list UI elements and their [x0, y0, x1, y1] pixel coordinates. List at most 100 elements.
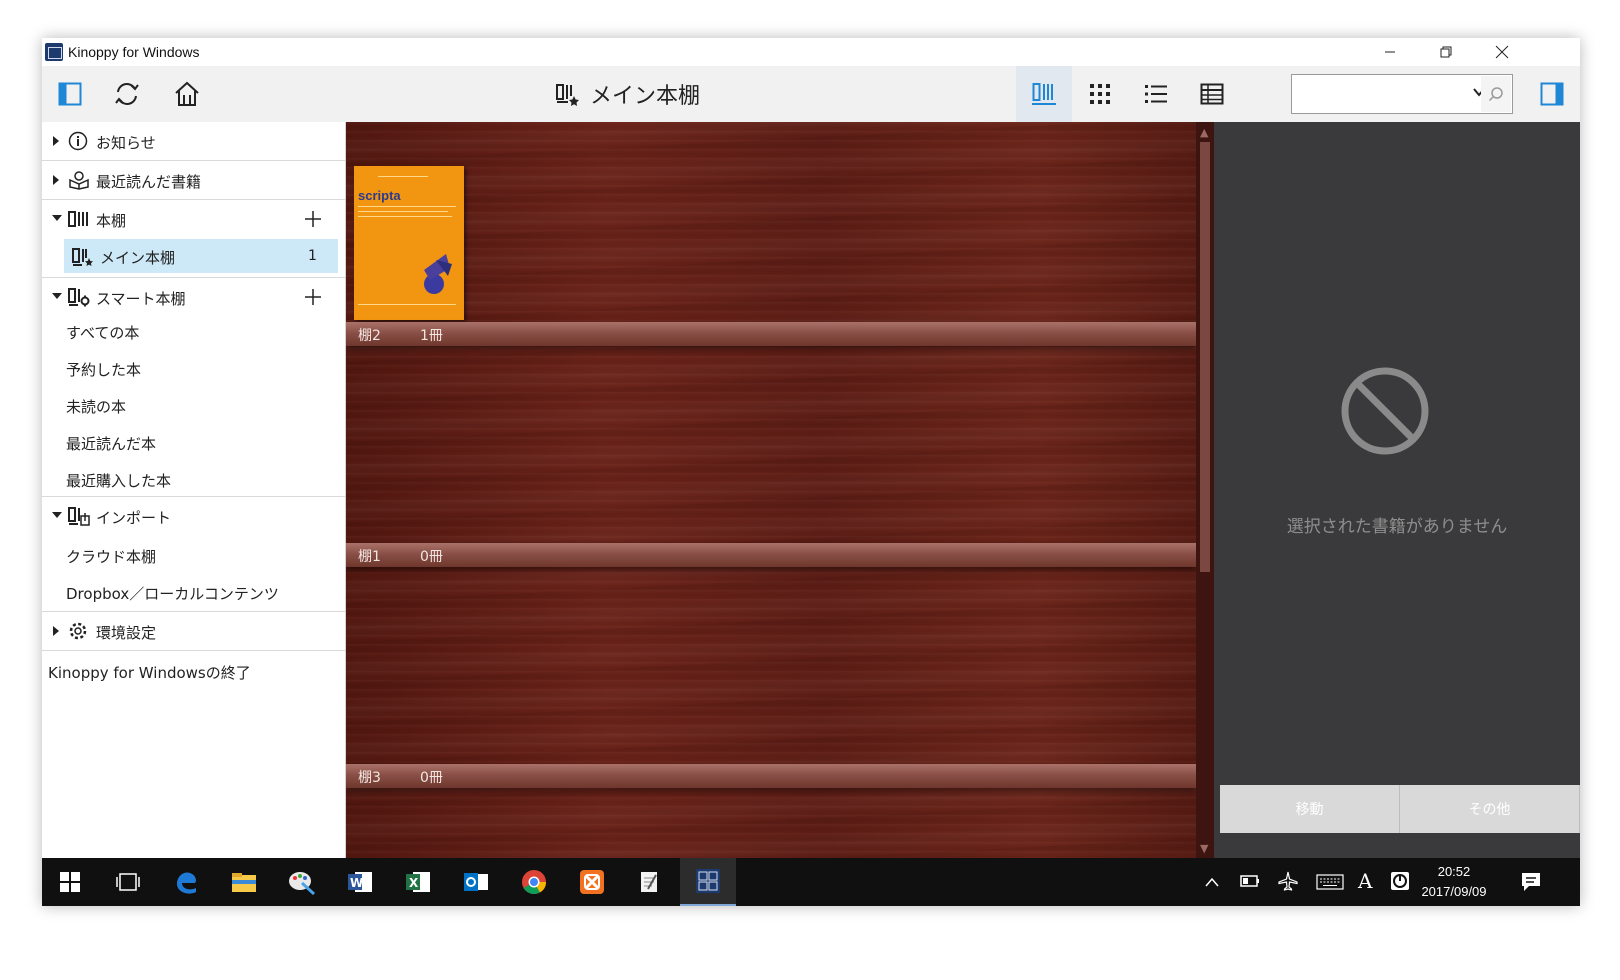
svg-text:X: X	[409, 876, 419, 890]
task-view-button[interactable]	[100, 858, 156, 906]
list-view-button[interactable]	[1128, 66, 1184, 122]
caret-down-icon	[52, 512, 62, 518]
detail-pane: 選択された書籍がありません 移動 その他	[1214, 122, 1580, 858]
scroll-down-arrow-icon[interactable]: ▼	[1200, 842, 1208, 855]
taskbar-clock[interactable]: 20:52 2017/09/09	[1414, 862, 1494, 902]
sidebar-section-bookshelves[interactable]: 本棚	[42, 200, 345, 238]
taskbar-word[interactable]: W	[332, 858, 388, 906]
shelf-plank: 棚3 0冊	[346, 764, 1196, 788]
xampp-icon	[580, 870, 604, 894]
bookshelf-view-button[interactable]	[1016, 66, 1072, 122]
excel-icon: X	[406, 872, 430, 892]
taskbar-outlook[interactable]	[448, 858, 504, 906]
scroll-up-arrow-icon[interactable]: ▲	[1200, 126, 1208, 139]
taskbar-file-explorer[interactable]	[216, 858, 272, 906]
scrollbar-thumb[interactable]	[1200, 142, 1210, 572]
sidebar-item-news[interactable]: お知らせ	[42, 122, 345, 160]
sidebar-section-label: インポート	[96, 509, 172, 527]
toggle-detail-pane-button[interactable]	[1524, 66, 1580, 122]
taskbar-notepad[interactable]	[622, 858, 678, 906]
taskbar-xampp[interactable]	[564, 858, 620, 906]
sidebar-item-recent-books[interactable]: 最近読んだ書籍	[42, 161, 345, 199]
import-icon	[68, 507, 90, 526]
caret-right-icon	[53, 175, 59, 185]
search-icon	[1488, 87, 1503, 102]
sidebar-item-label: 環境設定	[96, 624, 157, 642]
app-window: Kinoppy for Windows メイン本棚 お知らせ 最近読んだ書籍 本…	[42, 38, 1580, 906]
sidebar-item-recently-purchased[interactable]: 最近購入した本	[66, 470, 171, 491]
smart-shelf-icon	[68, 288, 90, 307]
airplane-mode-icon[interactable]	[1278, 871, 1298, 891]
shelf-plank: 棚1 0冊	[346, 543, 1196, 567]
start-button[interactable]	[42, 858, 98, 906]
add-smart-shelf-icon[interactable]	[304, 288, 322, 306]
cover-illustration	[424, 254, 452, 294]
search-input[interactable]	[1298, 83, 1458, 105]
shelf-book-count: 1	[308, 248, 317, 264]
no-selection-message: 選択された書籍がありません	[1286, 517, 1508, 537]
caret-right-icon	[53, 626, 59, 636]
clock-date: 2017/09/09	[1421, 884, 1487, 899]
sidebar-item-dropbox-local[interactable]: Dropbox／ローカルコンテンツ	[66, 583, 279, 604]
sidebar-item-settings[interactable]: 環境設定	[42, 612, 345, 650]
sidebar-item-label: メイン本棚	[100, 249, 176, 267]
restore-button[interactable]	[1418, 38, 1474, 66]
taskbar-edge[interactable]	[158, 858, 214, 906]
grid-view-button[interactable]	[1072, 66, 1128, 122]
add-shelf-icon[interactable]	[304, 210, 322, 228]
taskbar-kinoppy[interactable]	[680, 858, 736, 906]
book-cover-title: scripta	[358, 188, 401, 203]
caret-right-icon	[53, 136, 59, 146]
sidebar-item-recently-read[interactable]: 最近読んだ本	[66, 433, 156, 454]
close-button[interactable]	[1474, 38, 1530, 66]
keyboard-icon[interactable]	[1316, 874, 1344, 890]
sidebar-item-main-shelf[interactable]: メイン本棚 1	[64, 239, 338, 273]
outlook-icon	[464, 873, 488, 891]
bookshelf-area: scripta 棚2 1冊 棚1 0冊 棚3 0冊 ▲ ▼	[346, 122, 1214, 858]
bookshelf-scrollbar[interactable]: ▲ ▼	[1196, 122, 1214, 858]
taskbar-excel[interactable]: X	[390, 858, 446, 906]
home-icon	[175, 81, 199, 106]
svg-text:W: W	[350, 876, 363, 890]
bookshelf-view-icon	[1032, 83, 1056, 105]
sidebar-section-smart-shelves[interactable]: スマート本棚	[42, 278, 345, 316]
book-cover[interactable]: scripta	[354, 166, 464, 320]
task-view-icon	[116, 873, 140, 891]
sidebar-section-import[interactable]: インポート	[42, 497, 345, 535]
minimize-button[interactable]	[1362, 38, 1418, 66]
sidebar-item-cloud-shelf[interactable]: クラウド本棚	[66, 546, 156, 567]
sidebar-item-label: お知らせ	[96, 134, 156, 152]
sidebar-item-all-books[interactable]: すべての本	[66, 322, 139, 343]
shelf-title-text: メイン本棚	[590, 84, 701, 109]
sidebar: お知らせ 最近読んだ書籍 本棚 メイン本棚 1 スマート本棚 すべての本 予約し…	[42, 122, 346, 858]
sidebar-item-reserved-books[interactable]: 予約した本	[66, 359, 141, 380]
move-button[interactable]: 移動	[1220, 785, 1400, 833]
caret-down-icon	[52, 215, 62, 221]
sidebar-item-unread-books[interactable]: 未読の本	[66, 396, 126, 417]
toggle-sidebar-button[interactable]	[42, 66, 98, 122]
home-button[interactable]	[159, 66, 215, 122]
table-view-icon	[1200, 83, 1224, 105]
exit-app-button[interactable]: Kinoppy for Windowsの終了	[48, 662, 251, 683]
sidebar-section-label: スマート本棚	[96, 290, 186, 308]
taskbar-paint-app[interactable]	[274, 858, 330, 906]
sidebar-section-label: 本棚	[96, 212, 127, 230]
sidebar-item-label: 最近読んだ書籍	[96, 173, 202, 191]
window-title: Kinoppy for Windows	[68, 44, 200, 60]
sidebar-divider	[42, 650, 345, 651]
action-center-icon[interactable]	[1520, 871, 1542, 893]
ime-indicator[interactable]: A	[1358, 869, 1372, 893]
chevron-up-icon[interactable]	[1204, 876, 1220, 888]
search-button[interactable]	[1481, 76, 1511, 112]
other-button[interactable]: その他	[1400, 785, 1580, 833]
kinoppy-app-icon	[45, 43, 63, 61]
edge-browser-icon	[177, 872, 196, 894]
shelf-count: 0冊	[420, 549, 443, 565]
title-bar: Kinoppy for Windows	[42, 38, 1580, 66]
sync-button[interactable]	[99, 66, 155, 122]
taskbar-chrome[interactable]	[506, 858, 562, 906]
cover-decoration	[358, 304, 456, 305]
battery-icon[interactable]	[1240, 874, 1260, 888]
table-view-button[interactable]	[1184, 66, 1240, 122]
clock-app-icon[interactable]	[1390, 871, 1410, 891]
